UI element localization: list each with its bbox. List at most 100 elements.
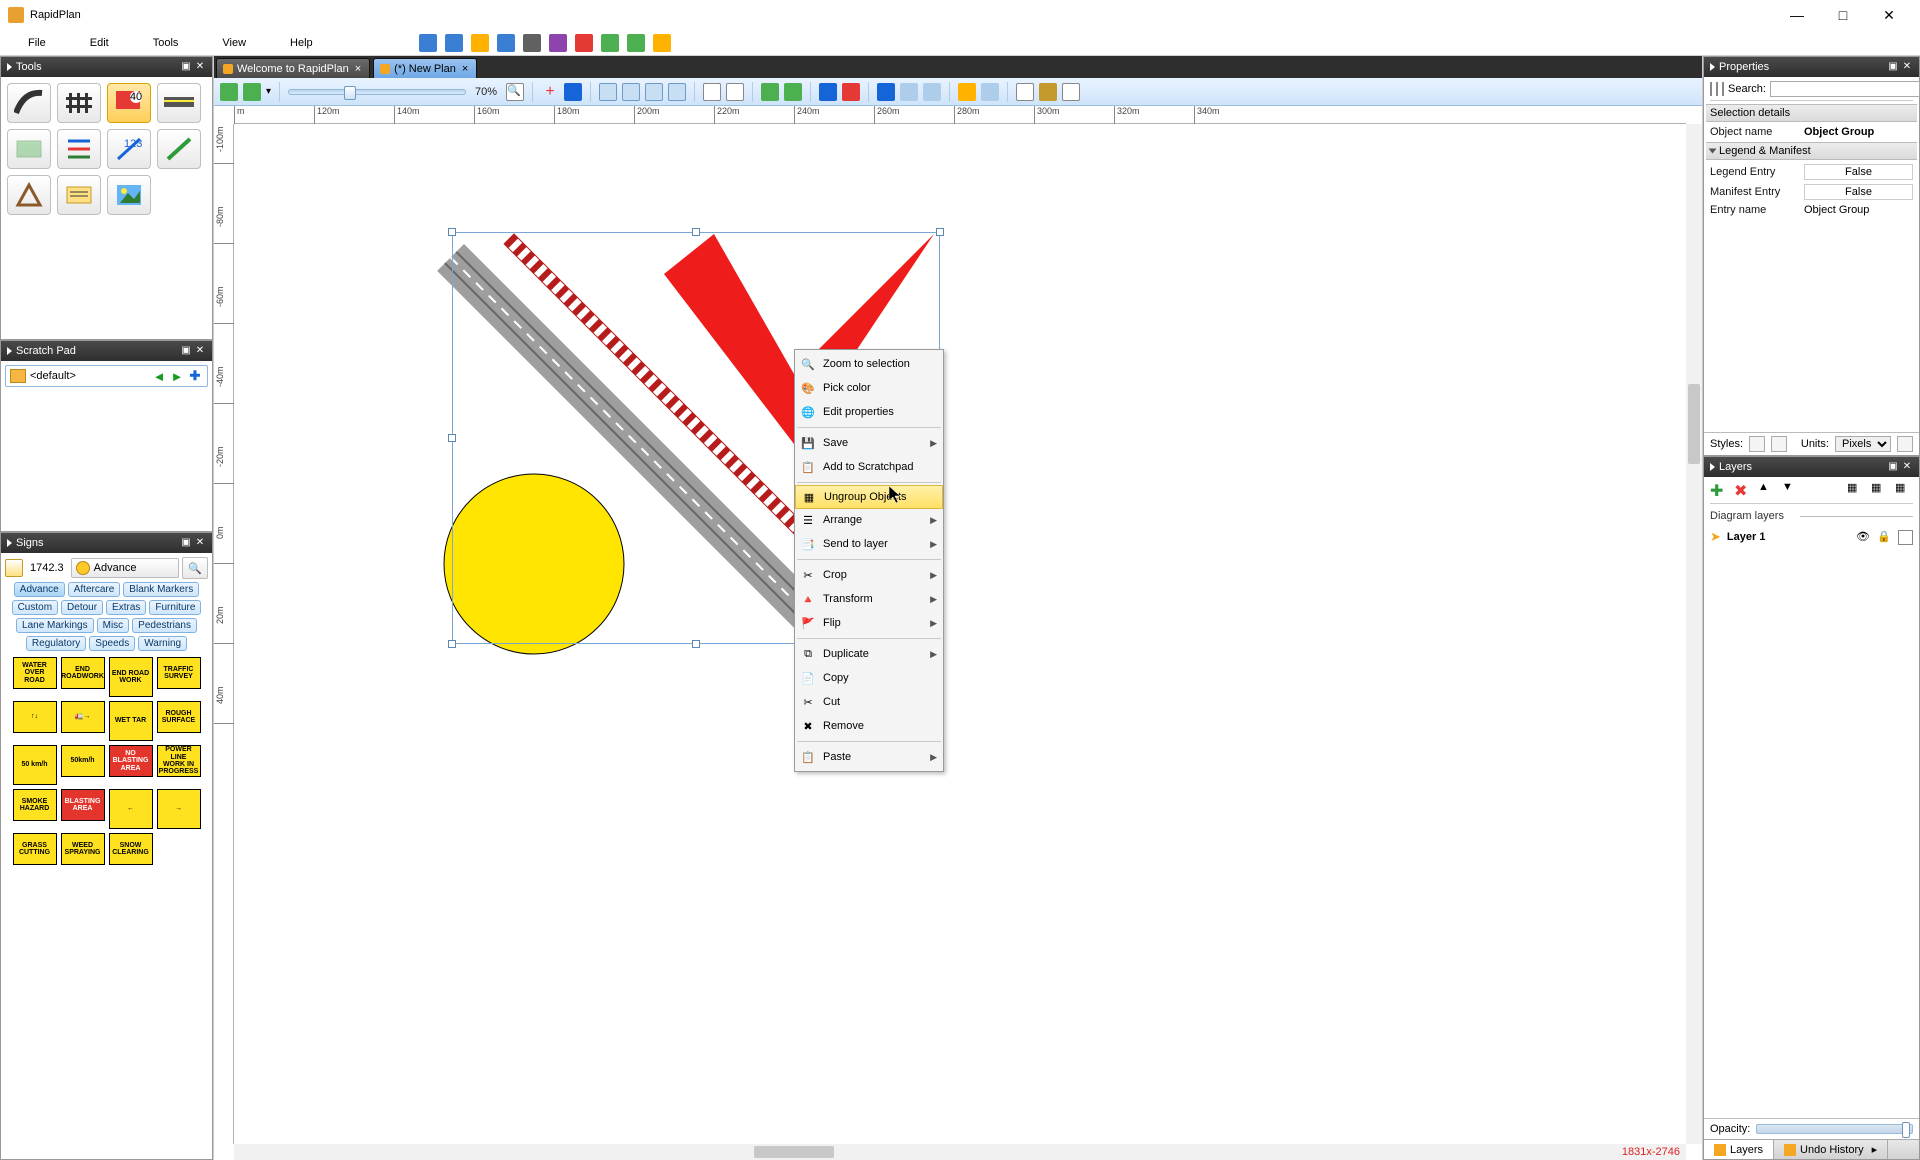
toolbar-misc-icon[interactable] [653, 34, 671, 52]
zoom-tool-icon[interactable]: 🔍 [506, 83, 524, 101]
selection-handle-nw[interactable] [448, 228, 456, 236]
signs-chip-custom[interactable]: Custom [12, 600, 58, 615]
sign-item[interactable]: SNOW CLEARING [109, 833, 153, 865]
scrollbar-thumb[interactable] [1688, 384, 1700, 464]
ctx-cut[interactable]: ✂Cut [795, 690, 943, 714]
toolbar-export-icon[interactable] [549, 34, 567, 52]
signs-chip-aftercare[interactable]: Aftercare [68, 582, 121, 597]
grid2-icon[interactable] [622, 83, 640, 101]
layer-up-icon[interactable]: ▲ [1758, 481, 1776, 499]
sign-item[interactable]: SMOKE HAZARD [13, 789, 57, 821]
layers-panel-header[interactable]: Layers ▣✕ [1704, 457, 1919, 477]
units-select[interactable]: Pixels [1835, 436, 1891, 452]
canvas[interactable]: 🔍Zoom to selection🎨Pick color🌐Edit prope… [234, 124, 1686, 1144]
tab-new-plan[interactable]: (*) New Plan× [373, 58, 477, 78]
ctx-zoom-to-selection[interactable]: 🔍Zoom to selection [795, 352, 943, 376]
signs-panel-header[interactable]: Signs ▣✕ [1, 533, 212, 553]
panel-close-icon[interactable]: ✕ [1901, 61, 1913, 73]
rotate-icon[interactable] [923, 83, 941, 101]
layer-icon[interactable] [981, 83, 999, 101]
tool-delineator[interactable] [157, 83, 201, 123]
panel-pin-icon[interactable]: ▣ [1887, 61, 1899, 73]
legend-entry-value[interactable]: False [1804, 164, 1913, 180]
layout-icon[interactable] [668, 83, 686, 101]
panel-close-icon[interactable]: ✕ [194, 345, 206, 357]
manifest-entry-value[interactable]: False [1804, 184, 1913, 200]
signs-chip-warning[interactable]: Warning [138, 636, 187, 651]
scrollbar-thumb[interactable] [754, 1146, 834, 1158]
ctx-add-to-scratchpad[interactable]: 📋Add to Scratchpad [795, 455, 943, 479]
ctx-pick-color[interactable]: 🎨Pick color [795, 376, 943, 400]
tab-welcome[interactable]: Welcome to RapidPlan× [216, 58, 370, 78]
ungroup-icon[interactable] [784, 83, 802, 101]
tools-panel-header[interactable]: Tools ▣✕ [1, 57, 212, 77]
bottom-tab-undo[interactable]: Undo History▸ [1774, 1140, 1888, 1159]
menu-view[interactable]: View [200, 33, 268, 53]
signs-chip-extras[interactable]: Extras [106, 600, 146, 615]
signs-chip-furniture[interactable]: Furniture [149, 600, 201, 615]
properties-panel-header[interactable]: Properties ▣✕ [1704, 57, 1919, 77]
signs-chip-blank-markers[interactable]: Blank Markers [123, 582, 199, 597]
toolbar-open-icon[interactable] [445, 34, 463, 52]
ctx-flip[interactable]: 🚩Flip▶ [795, 611, 943, 635]
menu-tools[interactable]: Tools [131, 33, 201, 53]
ctx-edit-properties[interactable]: 🌐Edit properties [795, 400, 943, 424]
ctx-send-to-layer[interactable]: 📑Send to layer▶ [795, 532, 943, 556]
units-more-icon[interactable] [1897, 436, 1913, 452]
panel-pin-icon[interactable]: ▣ [180, 61, 192, 73]
sign-item[interactable]: 50 km/h [13, 745, 57, 785]
panel-close-icon[interactable]: ✕ [194, 61, 206, 73]
sign-item[interactable]: POWER LINE WORK IN PROGRESS [157, 745, 201, 777]
scrollbar-horizontal[interactable] [234, 1144, 1686, 1160]
grid-icon[interactable] [599, 83, 617, 101]
tool-text[interactable] [57, 175, 101, 215]
ctx-save[interactable]: 💾Save▶ [795, 431, 943, 455]
delete2-icon[interactable] [842, 83, 860, 101]
clipboard-paste-icon[interactable] [1062, 83, 1080, 101]
panel-pin-icon[interactable]: ▣ [1887, 461, 1899, 473]
tool-image[interactable] [107, 175, 151, 215]
ctx-remove[interactable]: ✖Remove [795, 714, 943, 738]
tool-marker[interactable] [57, 129, 101, 169]
sign-item[interactable]: WET TAR [109, 701, 153, 741]
scrollbar-vertical[interactable] [1686, 124, 1702, 1144]
ctx-ungroup-objects[interactable]: ▦Ungroup Objects [795, 485, 943, 509]
props-search-input[interactable] [1770, 81, 1920, 97]
clipboard-copy-icon[interactable] [1016, 83, 1034, 101]
menu-help[interactable]: Help [268, 33, 335, 53]
paste-icon[interactable] [726, 83, 744, 101]
props-view1-icon[interactable] [1710, 82, 1712, 96]
ctx-arrange[interactable]: ☰Arrange▶ [795, 508, 943, 532]
props-view3-icon[interactable] [1722, 82, 1724, 96]
sign-item[interactable]: BLASTING AREA [61, 789, 105, 821]
tool-measure[interactable]: 123 [107, 129, 151, 169]
selection-handle-s[interactable] [692, 640, 700, 648]
window-close-button[interactable]: ✕ [1866, 0, 1912, 30]
crosshair-icon[interactable]: + [541, 83, 559, 101]
ctx-paste[interactable]: 📋Paste▶ [795, 745, 943, 769]
signs-chip-advance[interactable]: Advance [14, 582, 65, 597]
zoom-slider-thumb[interactable] [344, 86, 356, 100]
sign-item[interactable]: WEED SPRAYING [61, 833, 105, 865]
signs-chip-regulatory[interactable]: Regulatory [26, 636, 86, 651]
layer-add-icon[interactable]: ✚ [1710, 481, 1728, 499]
panel-close-icon[interactable]: ✕ [194, 537, 206, 549]
ctx-transform[interactable]: 🔺Transform▶ [795, 587, 943, 611]
sign-item[interactable]: ← [109, 789, 153, 829]
layer-row-1[interactable]: ➤ Layer 1 👁 🔒 [1710, 526, 1913, 548]
scratchpad-add-button[interactable]: ✚ [187, 368, 203, 384]
tool-shape[interactable] [7, 175, 51, 215]
layer-print-icon[interactable] [1898, 530, 1913, 545]
panel-pin-icon[interactable]: ▣ [180, 345, 192, 357]
canvas-redo-icon[interactable] [243, 83, 261, 101]
sign-item[interactable]: END ROAD WORK [109, 657, 153, 697]
toolbar-check2-icon[interactable] [627, 34, 645, 52]
sign-item[interactable]: GRASS CUTTING [13, 833, 57, 865]
sign-item[interactable]: TRAFFIC SURVEY [157, 657, 201, 689]
tool-rail[interactable] [57, 83, 101, 123]
tool-sign[interactable]: 40 [107, 83, 151, 123]
toolbar-check-icon[interactable] [601, 34, 619, 52]
align-icon[interactable] [819, 83, 837, 101]
signs-chip-pedestrians[interactable]: Pedestrians [132, 618, 197, 633]
style-save-icon[interactable] [1771, 436, 1787, 452]
